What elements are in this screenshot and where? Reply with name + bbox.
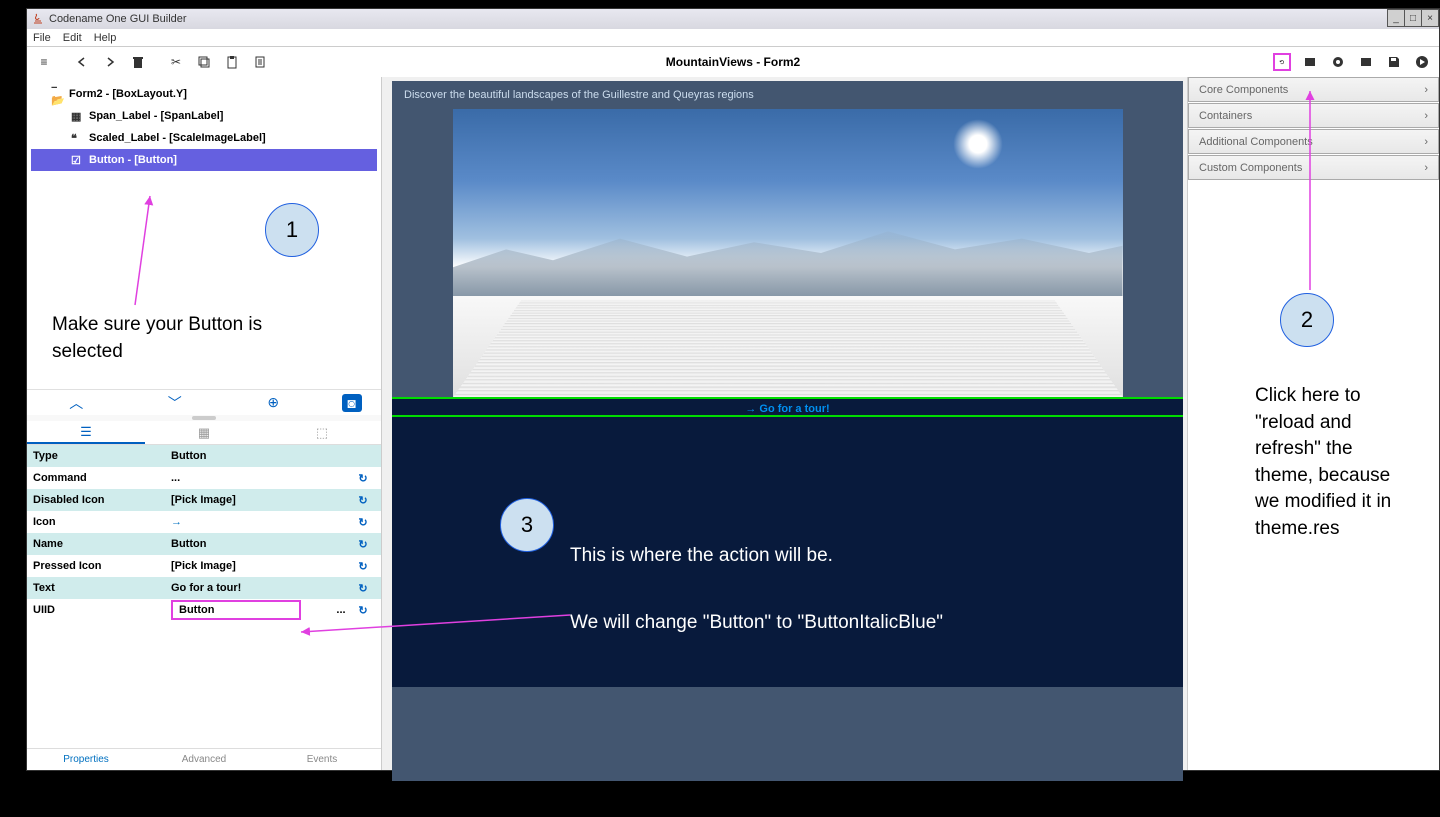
refresh-icon[interactable] (1273, 53, 1291, 71)
prop-type: TypeButton (27, 445, 381, 467)
image-icon[interactable] (1301, 53, 1319, 71)
form-canvas[interactable]: Discover the beautiful landscapes of the… (392, 81, 1183, 781)
add-icon[interactable]: ⊕ (243, 394, 303, 411)
property-view-tabs: ☰ ▦ ⬚ (27, 421, 381, 445)
maximize-button[interactable]: □ (1404, 9, 1422, 27)
camera-icon[interactable]: ◙ (342, 394, 362, 412)
collapse-up-icon[interactable]: ︿ (46, 393, 106, 413)
left-panel: − 📂 Form2 - [BoxLayout.Y] ▦ Span_Label -… (27, 77, 382, 770)
picture-icon[interactable] (1357, 53, 1375, 71)
list-view-icon[interactable]: ☰ (27, 421, 145, 444)
minimize-button[interactable]: _ (1387, 9, 1405, 27)
prop-pressed-icon[interactable]: Pressed Icon[Pick Image]↻ (27, 555, 381, 577)
tab-properties[interactable]: Properties (27, 748, 145, 770)
accordion-core[interactable]: Core Components› (1188, 77, 1439, 102)
uiid-input[interactable] (171, 600, 301, 620)
titlebar: Codename One GUI Builder _ □ × (27, 9, 1439, 29)
circle-icon[interactable] (1329, 53, 1347, 71)
tab-events[interactable]: Events (263, 748, 381, 770)
undo-icon[interactable] (73, 53, 91, 71)
hamburger-icon[interactable]: ≡ (35, 53, 53, 71)
menubar: File Edit Help (27, 29, 1439, 47)
tree-view-icon[interactable]: ⬚ (263, 421, 381, 444)
tree-item-button[interactable]: ☑ Button - [Button] (31, 149, 377, 171)
chevron-right-icon: › (1424, 110, 1428, 122)
history-icon[interactable]: ↻ (351, 494, 375, 507)
grid-icon: ▦ (71, 110, 85, 123)
delete-icon[interactable] (129, 53, 147, 71)
history-icon[interactable]: ↻ (351, 582, 375, 595)
history-icon[interactable]: ↻ (351, 516, 375, 529)
component-tree: − 📂 Form2 - [BoxLayout.Y] ▦ Span_Label -… (27, 77, 381, 177)
properties-table: TypeButton Command...↻ Disabled Icon[Pic… (27, 445, 381, 748)
redo-icon[interactable] (101, 53, 119, 71)
history-icon[interactable]: ↻ (351, 538, 375, 551)
history-icon[interactable]: ↻ (351, 560, 375, 573)
form-title: MountainViews - Form2 (666, 55, 800, 69)
menu-edit[interactable]: Edit (63, 32, 82, 44)
document-icon[interactable] (251, 53, 269, 71)
prop-icon[interactable]: Icon→↻ (27, 511, 381, 533)
menu-file[interactable]: File (33, 32, 51, 44)
tree-controls: ︿ ﹀ ⊕ ◙ (27, 389, 381, 415)
sun-graphic (953, 119, 1003, 169)
close-button[interactable]: × (1421, 9, 1439, 27)
prop-uiid[interactable]: UIID ... ↻ (27, 599, 381, 621)
tree-item-span-label[interactable]: ▦ Span_Label - [SpanLabel] (31, 105, 377, 127)
prop-text[interactable]: TextGo for a tour!↻ (27, 577, 381, 599)
checkbox-icon: ☑ (71, 154, 85, 167)
history-icon[interactable]: ↻ (351, 472, 375, 485)
scaled-image-preview[interactable] (453, 109, 1123, 397)
app-window: Codename One GUI Builder _ □ × File Edit… (26, 8, 1440, 771)
accordion-custom[interactable]: Custom Components› (1188, 155, 1439, 180)
canvas-panel: Discover the beautiful landscapes of the… (382, 77, 1187, 770)
history-icon[interactable]: ↻ (351, 604, 375, 617)
cut-icon[interactable]: ✂ (167, 53, 185, 71)
chevron-right-icon: › (1424, 136, 1428, 148)
prop-command[interactable]: Command...↻ (27, 467, 381, 489)
tree-item-scaled-label[interactable]: ❝ Scaled_Label - [ScaleImageLabel] (31, 127, 377, 149)
menu-help[interactable]: Help (94, 32, 117, 44)
chevron-right-icon: › (1424, 84, 1428, 96)
accordion-additional[interactable]: Additional Components› (1188, 129, 1439, 154)
prop-name[interactable]: NameButton↻ (27, 533, 381, 555)
quote-icon: ❝ (71, 132, 85, 145)
chevron-right-icon: › (1424, 162, 1428, 174)
accordion-containers[interactable]: Containers› (1188, 103, 1439, 128)
more-icon[interactable]: ... (331, 604, 351, 616)
java-icon (31, 12, 45, 26)
canvas-empty-area (392, 417, 1183, 687)
snow-graphic (453, 300, 1123, 397)
window-controls: _ □ × (1388, 9, 1439, 27)
tab-advanced[interactable]: Advanced (145, 748, 263, 770)
expand-down-icon[interactable]: ﹀ (145, 393, 205, 413)
copy-icon[interactable] (195, 53, 213, 71)
prop-disabled-icon[interactable]: Disabled Icon[Pick Image]↻ (27, 489, 381, 511)
button-preview[interactable]: → Go for a tour! (392, 397, 1183, 417)
bottom-tabs: Properties Advanced Events (27, 748, 381, 770)
window-title: Codename One GUI Builder (49, 13, 187, 25)
play-icon[interactable] (1413, 53, 1431, 71)
span-label-preview[interactable]: Discover the beautiful landscapes of the… (392, 81, 1183, 109)
panel-divider[interactable] (27, 415, 381, 421)
save-icon[interactable] (1385, 53, 1403, 71)
component-palette: Core Components› Containers› Additional … (1187, 77, 1439, 770)
folder-icon: − 📂 (51, 82, 65, 107)
grid-view-icon[interactable]: ▦ (145, 421, 263, 444)
tree-root[interactable]: − 📂 Form2 - [BoxLayout.Y] (31, 83, 377, 105)
toolbar: ≡ ✂ MountainViews - Form2 (27, 47, 1439, 77)
paste-icon[interactable] (223, 53, 241, 71)
